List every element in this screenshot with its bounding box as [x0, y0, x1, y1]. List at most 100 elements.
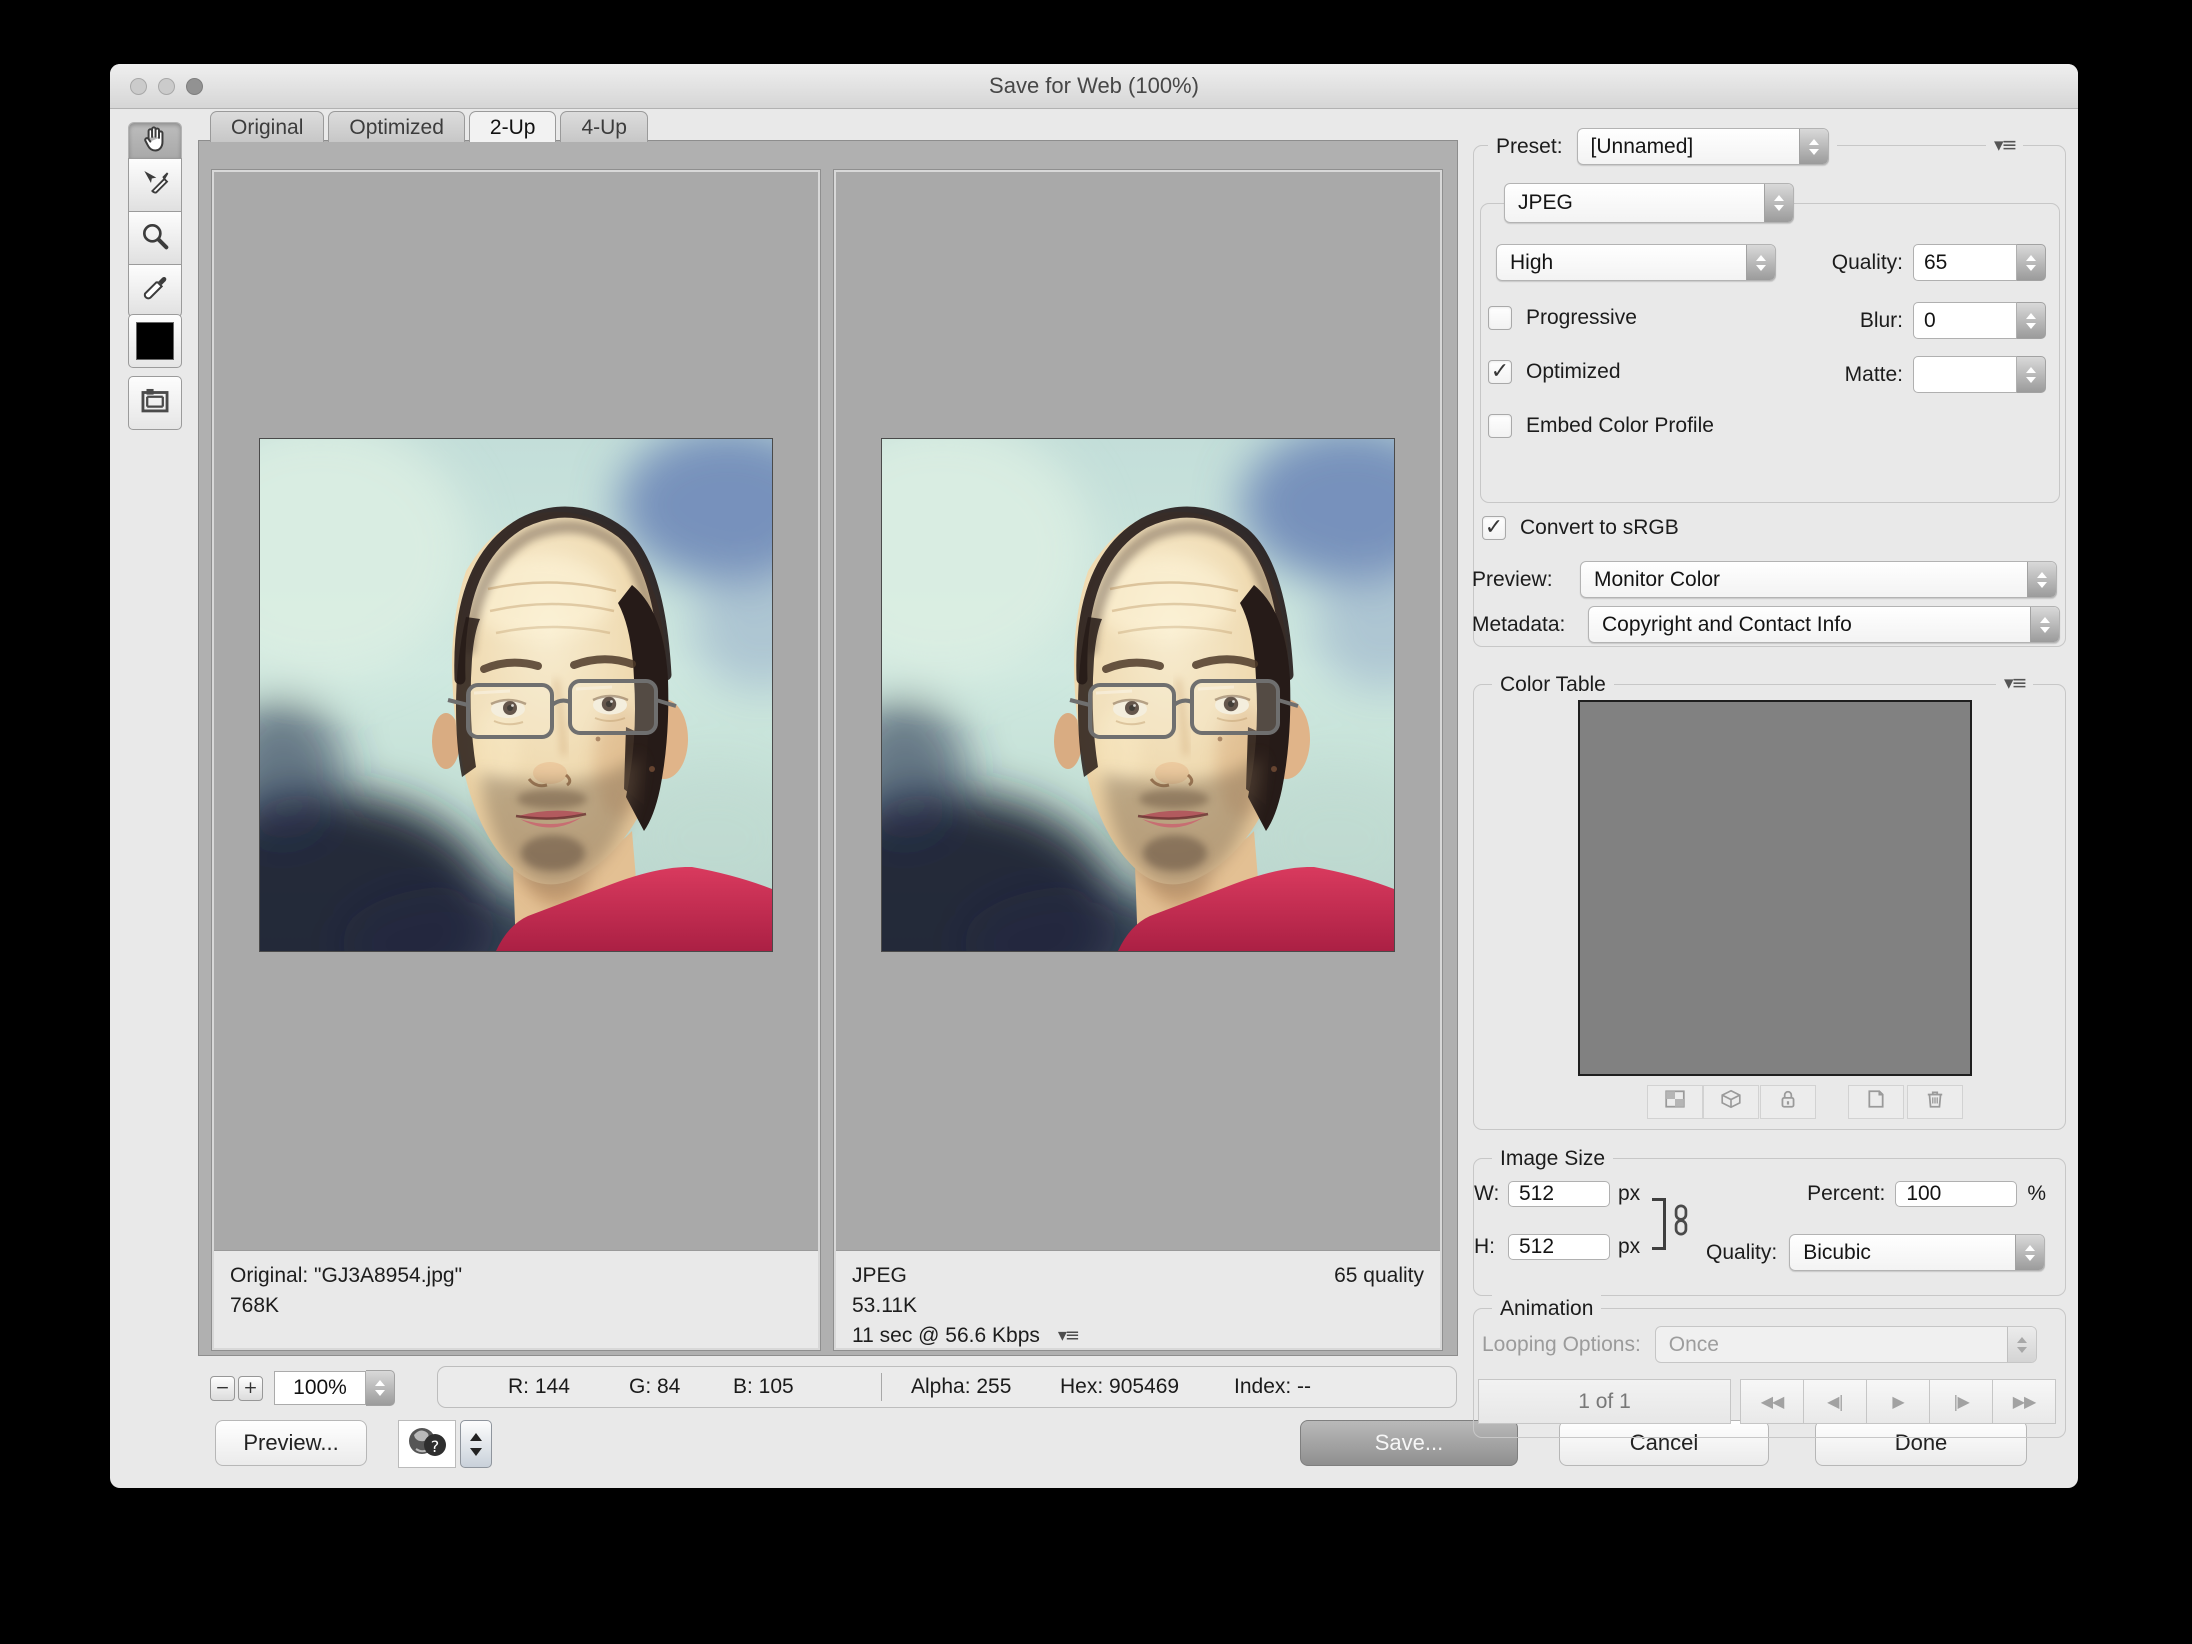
color-table-title: Color Table: [1492, 668, 1614, 701]
select-chevrons-icon: [1799, 129, 1828, 164]
optimize-menu-icon[interactable]: ▾≡: [1986, 134, 2023, 156]
browser-preview-stepper[interactable]: [460, 1420, 492, 1468]
browser-preview-select[interactable]: ?: [398, 1420, 456, 1468]
browser-globe-icon: ?: [406, 1425, 448, 1464]
convert-srgb-row: ✓ Convert to sRGB: [1482, 516, 1679, 540]
convert-srgb-checkbox[interactable]: ✓: [1482, 516, 1506, 540]
optimized-preview-image: [881, 438, 1395, 952]
delete-color-button[interactable]: [1907, 1085, 1963, 1119]
percent-field[interactable]: 100: [1895, 1181, 2017, 1207]
last-frame-button: ▶▶: [1992, 1379, 2056, 1424]
percent-label: Percent:: [1807, 1182, 1885, 1206]
cube-icon: [1720, 1089, 1742, 1115]
color-table-grid[interactable]: [1578, 700, 1972, 1076]
optimized-checkbox[interactable]: ✓: [1488, 360, 1512, 384]
optimized-label: Optimized: [1526, 360, 1621, 384]
zoom-out-button[interactable]: −: [210, 1376, 235, 1401]
metadata-select[interactable]: Copyright and Contact Info: [1588, 606, 2060, 643]
quality-stepper[interactable]: [2017, 244, 2046, 281]
trash-icon: [1925, 1089, 1945, 1115]
embed-profile-row: Embed Color Profile: [1488, 414, 1714, 438]
original-preview-image: [259, 438, 773, 952]
preset-label: Preset:: [1496, 135, 1563, 159]
animation-title: Animation: [1492, 1292, 1601, 1325]
play-button: ▶: [1866, 1379, 1930, 1424]
select-chevrons-icon: [2007, 1327, 2036, 1362]
magnifier-icon: [139, 220, 171, 257]
embed-color-profile-label: Embed Color Profile: [1526, 414, 1714, 438]
original-filename: Original: "GJ3A8954.jpg": [230, 1261, 802, 1291]
zoom-in-button[interactable]: +: [238, 1376, 263, 1401]
zoom-level-stepper[interactable]: [366, 1370, 395, 1406]
new-color-button[interactable]: [1848, 1085, 1904, 1119]
format-row: JPEG: [1504, 183, 1794, 223]
height-field[interactable]: 512: [1508, 1234, 1610, 1260]
original-preview-pane[interactable]: Original: "GJ3A8954.jpg" 768K: [211, 169, 821, 1351]
progressive-checkbox[interactable]: [1488, 306, 1512, 330]
matte-row: Matte:: [1796, 356, 2046, 393]
preset-select[interactable]: [Unnamed]: [1577, 128, 1829, 165]
lock-color-button[interactable]: [1760, 1085, 1816, 1119]
compression-row: High: [1496, 244, 1776, 281]
tab-4up[interactable]: 4-Up: [560, 111, 648, 142]
eyedropper-color-well[interactable]: [128, 314, 182, 368]
optimized-format: JPEG: [852, 1261, 907, 1291]
height-unit: px: [1618, 1235, 1640, 1259]
stepper-up-icon: [470, 1433, 482, 1441]
blur-stepper[interactable]: [2017, 302, 2046, 339]
image-size-title: Image Size: [1492, 1142, 1613, 1175]
chain-link-icon: [1672, 1204, 1690, 1242]
slice-select-tool-button[interactable]: [128, 158, 182, 212]
map-transparency-button[interactable]: [1647, 1085, 1703, 1119]
percent-row: Percent: 100 %: [1796, 1181, 2046, 1207]
readout-green: G: 84: [629, 1375, 680, 1399]
preview-select[interactable]: Monitor Color: [1580, 561, 2057, 598]
download-speed-menu-icon[interactable]: ▾≡: [1058, 1323, 1078, 1349]
convert-srgb-label: Convert to sRGB: [1520, 516, 1679, 540]
looping-row: Looping Options: Once: [1482, 1326, 2037, 1363]
zoom-level-field[interactable]: 100%: [274, 1371, 366, 1405]
optimized-row: ✓ Optimized: [1488, 360, 1621, 384]
svg-text:?: ?: [431, 1437, 440, 1456]
quality-row: Quality: 65: [1796, 244, 2046, 281]
preset-row: Preset: [Unnamed]: [1488, 128, 1837, 165]
compression-select[interactable]: High: [1496, 244, 1776, 281]
optimized-filesize: 53.11K: [852, 1291, 1424, 1321]
select-chevrons-icon: [2015, 1235, 2044, 1270]
eyedropper-tool-button[interactable]: [128, 264, 182, 318]
readout-divider: [881, 1373, 882, 1401]
format-select[interactable]: JPEG: [1504, 183, 1794, 223]
optimized-preview-pane[interactable]: JPEG 65 quality 53.11K 11 sec @ 56.6 Kbp…: [833, 169, 1443, 1351]
width-field[interactable]: 512: [1508, 1181, 1610, 1207]
first-frame-button: ◀◀: [1740, 1379, 1804, 1424]
toggle-slices-visibility-button[interactable]: [128, 376, 182, 430]
quality-field[interactable]: 65: [1913, 244, 2017, 281]
preview-in-browser-button[interactable]: Preview...: [215, 1420, 367, 1466]
readout-alpha: Alpha: 255: [911, 1375, 1011, 1399]
hand-tool-button[interactable]: [128, 122, 182, 159]
optimized-info-bar: JPEG 65 quality 53.11K 11 sec @ 56.6 Kbp…: [836, 1250, 1440, 1348]
matte-stepper[interactable]: [2017, 356, 2046, 393]
color-table-menu-icon[interactable]: ▾≡: [1996, 672, 2033, 694]
matte-field[interactable]: [1913, 356, 2017, 393]
tab-2up[interactable]: 2-Up: [469, 111, 557, 142]
select-chevrons-icon: [1746, 245, 1775, 280]
slice-select-icon: [139, 167, 171, 204]
width-label: W:: [1474, 1182, 1508, 1206]
tab-original[interactable]: Original: [210, 111, 324, 142]
optimized-download-time: 11 sec @ 56.6 Kbps: [852, 1321, 1040, 1351]
lock-icon: [1778, 1089, 1798, 1115]
zoom-tool-button[interactable]: [128, 211, 182, 265]
embed-color-profile-checkbox[interactable]: [1488, 414, 1512, 438]
readout-blue: B: 105: [733, 1375, 794, 1399]
transparency-checker-icon: [1664, 1089, 1686, 1115]
select-chevrons-icon: [2027, 562, 2056, 597]
zoom-cluster: − + 100%: [210, 1370, 395, 1406]
tab-optimized[interactable]: Optimized: [328, 111, 465, 142]
web-shift-button[interactable]: [1703, 1085, 1759, 1119]
readout-hex: Hex: 905469: [1060, 1375, 1179, 1399]
eyedropper-icon: [139, 273, 171, 310]
optimize-panel: Preset: [Unnamed] ▾≡ JPEG High Quality:: [1466, 64, 2078, 1488]
resample-quality-select[interactable]: Bicubic: [1789, 1234, 2045, 1271]
blur-field[interactable]: 0: [1913, 302, 2017, 339]
